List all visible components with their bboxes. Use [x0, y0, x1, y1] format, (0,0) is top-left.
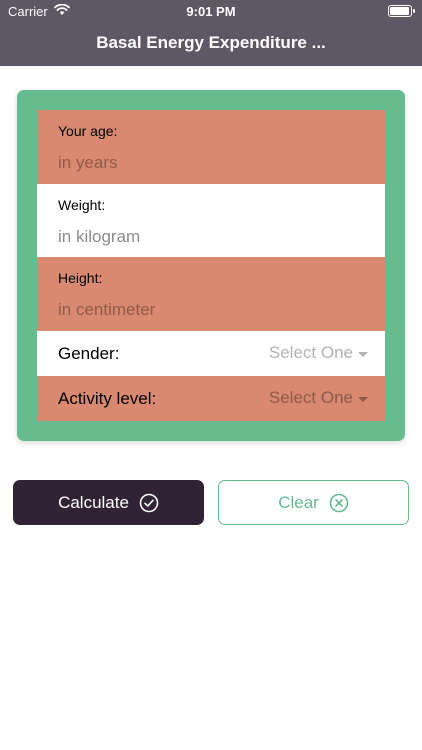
- age-label: Your age:: [58, 123, 118, 139]
- weight-label: Weight:: [58, 197, 106, 213]
- clear-button-label: Clear: [278, 492, 319, 512]
- caret-down-icon: [358, 351, 368, 357]
- age-input[interactable]: [58, 152, 358, 174]
- status-bar: Carrier 9:01 PM: [0, 0, 422, 22]
- activity-select[interactable]: Select One: [269, 388, 368, 408]
- gender-select[interactable]: Select One: [269, 343, 368, 363]
- height-row: Height:: [37, 257, 385, 331]
- battery-icon: [388, 5, 415, 17]
- gender-label: Gender:: [58, 344, 120, 363]
- activity-label: Activity level:: [58, 389, 157, 408]
- gender-row[interactable]: Gender: Select One: [37, 331, 385, 376]
- calculator-card: Your age: Weight: Height: Gender: Select…: [17, 90, 405, 441]
- height-label: Height:: [58, 270, 103, 286]
- caret-down-icon: [358, 396, 368, 402]
- weight-row: Weight:: [37, 184, 385, 257]
- height-input[interactable]: [58, 299, 358, 321]
- activity-select-value: Select One: [268, 388, 353, 407]
- navigation-bar: Carrier 9:01 PM Basal Energy Expenditure…: [0, 0, 422, 66]
- input-form: Your age: Weight: Height: Gender: Select…: [37, 110, 385, 421]
- weight-input[interactable]: [58, 226, 358, 248]
- status-time: 9:01 PM: [186, 4, 236, 19]
- calculate-button-label: Calculate: [58, 492, 129, 512]
- clear-button[interactable]: Clear: [218, 480, 409, 525]
- activity-row[interactable]: Activity level: Select One: [37, 376, 385, 421]
- calculate-button[interactable]: Calculate: [13, 480, 204, 525]
- x-circle-icon: [329, 493, 349, 513]
- check-circle-icon: [139, 493, 159, 513]
- gender-select-value: Select One: [268, 343, 353, 362]
- page-title: Basal Energy Expenditure ...: [96, 33, 326, 52]
- age-row: Your age:: [37, 110, 385, 184]
